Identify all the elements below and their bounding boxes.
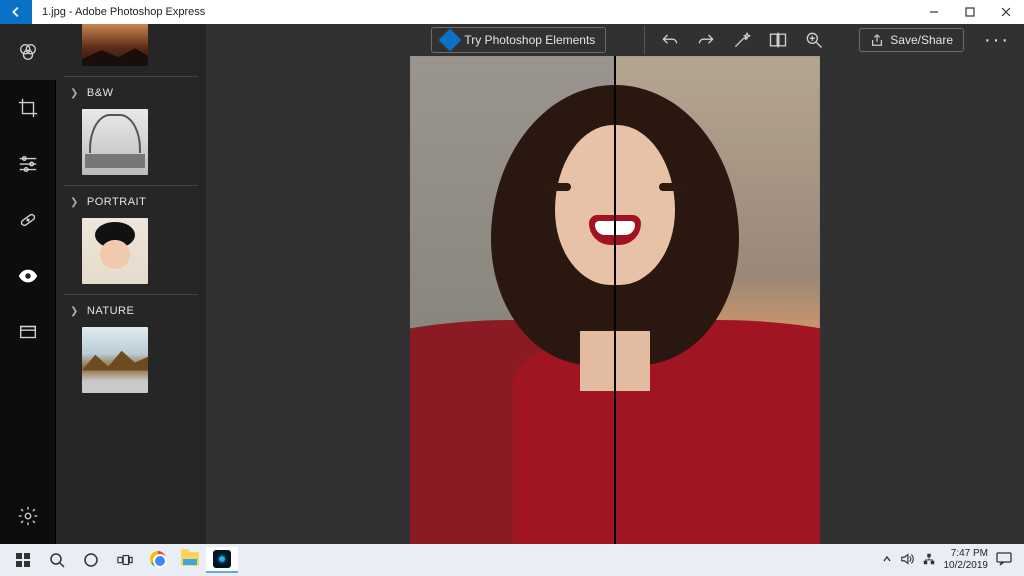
redo-button[interactable] <box>695 29 717 51</box>
auto-enhance-button[interactable] <box>731 29 753 51</box>
save-share-button[interactable]: Save/Share <box>859 28 964 52</box>
compare-button[interactable] <box>767 29 789 51</box>
app-window: 1.jpg - Adobe Photoshop Express <box>0 0 1024 576</box>
look-thumb-nature[interactable] <box>82 327 148 393</box>
start-button[interactable] <box>6 544 40 576</box>
category-label: B&W <box>87 87 114 99</box>
back-button[interactable] <box>0 0 32 24</box>
try-elements-button[interactable]: Try Photoshop Elements <box>431 27 606 53</box>
action-center-icon[interactable] <box>996 552 1012 569</box>
category-header[interactable]: ❯ B&W <box>70 87 198 99</box>
looks-tool[interactable] <box>0 24 56 80</box>
heal-tool[interactable] <box>0 192 56 248</box>
crop-tool[interactable] <box>0 80 56 136</box>
top-toolbar: Try Photoshop Elements Save/Share ··· <box>206 24 1024 56</box>
chevron-right-icon: ❯ <box>70 88 79 99</box>
taskbar: 7:47 PM 10/2/2019 <box>0 544 1024 576</box>
category-label: NATURE <box>87 305 134 317</box>
ps-express-icon <box>213 550 231 568</box>
chrome-icon <box>150 551 166 567</box>
zoom-button[interactable] <box>803 29 825 51</box>
taskbar-app-explorer[interactable] <box>174 547 206 573</box>
chevron-right-icon: ❯ <box>70 306 79 317</box>
volume-icon[interactable] <box>900 552 914 569</box>
category-label: PORTRAIT <box>87 196 146 208</box>
system-tray: 7:47 PM 10/2/2019 <box>882 548 1019 572</box>
look-thumb-landscape[interactable] <box>82 24 148 66</box>
time-text: 7:47 PM <box>944 548 989 560</box>
border-tool[interactable] <box>0 304 56 360</box>
more-button[interactable]: ··· <box>984 29 1010 52</box>
category-bw: ❯ B&W <box>64 76 198 175</box>
canvas-area: Try Photoshop Elements Save/Share ··· <box>206 24 1024 544</box>
window-title: 1.jpg - Adobe Photoshop Express <box>32 6 205 18</box>
minimize-button[interactable] <box>916 0 952 24</box>
folder-icon <box>181 552 199 566</box>
look-thumb-bw[interactable] <box>82 109 148 175</box>
view-tool[interactable] <box>0 248 56 304</box>
image-preview[interactable] <box>410 56 820 544</box>
app-body: ❯ B&W ❯ PORTRAIT ❯ NATURE <box>0 24 1024 544</box>
category-portrait: ❯ PORTRAIT <box>64 185 198 284</box>
before-after-slider[interactable] <box>614 56 616 544</box>
maximize-button[interactable] <box>952 0 988 24</box>
task-view-button[interactable] <box>108 544 142 576</box>
category-header[interactable]: ❯ PORTRAIT <box>70 196 198 208</box>
save-label: Save/Share <box>890 33 953 47</box>
separator <box>644 26 645 54</box>
taskbar-app-photoshop-express[interactable] <box>206 547 238 573</box>
undo-button[interactable] <box>659 29 681 51</box>
looks-panel: ❯ B&W ❯ PORTRAIT ❯ NATURE <box>56 24 206 544</box>
settings-tool[interactable] <box>0 488 56 544</box>
left-toolbar <box>0 24 56 544</box>
taskbar-app-chrome[interactable] <box>142 547 174 573</box>
close-button[interactable] <box>988 0 1024 24</box>
diamond-icon <box>439 29 462 52</box>
search-button[interactable] <box>40 544 74 576</box>
look-thumb-portrait[interactable] <box>82 218 148 284</box>
network-icon[interactable] <box>922 552 936 569</box>
category-nature: ❯ NATURE <box>64 294 198 393</box>
cortana-button[interactable] <box>74 544 108 576</box>
try-label: Try Photoshop Elements <box>464 33 595 47</box>
tray-chevron-icon[interactable] <box>882 554 892 567</box>
titlebar: 1.jpg - Adobe Photoshop Express <box>0 0 1024 24</box>
clock[interactable]: 7:47 PM 10/2/2019 <box>944 548 989 572</box>
chevron-right-icon: ❯ <box>70 197 79 208</box>
category-header[interactable]: ❯ NATURE <box>70 305 198 317</box>
canvas <box>206 56 1024 544</box>
date-text: 10/2/2019 <box>944 560 989 572</box>
adjust-tool[interactable] <box>0 136 56 192</box>
